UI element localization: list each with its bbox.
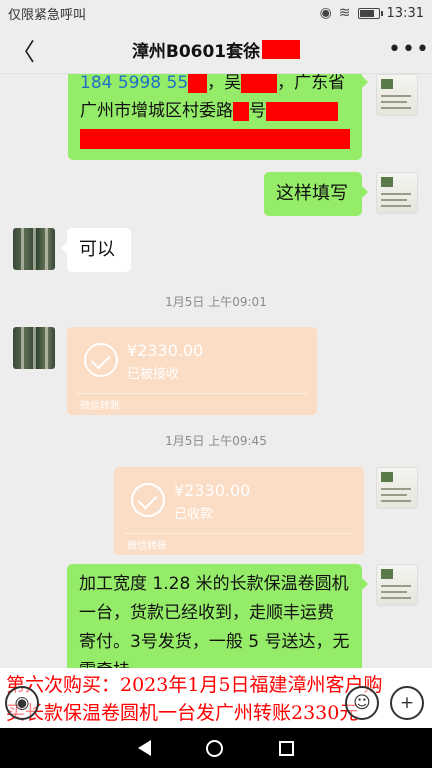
avatar-detail [21, 327, 24, 369]
check-icon [84, 343, 118, 377]
avatar[interactable] [376, 74, 418, 116]
avatar-line [381, 193, 411, 195]
avatar-line [381, 585, 411, 587]
status-bar: 仅限紧急呼叫 ◉ ≋ 13:31 [0, 0, 432, 26]
back-icon[interactable]: 〈 [0, 32, 46, 67]
avatar-logo [381, 569, 393, 579]
more-icon[interactable]: ••• [386, 37, 432, 62]
avatar-detail [45, 327, 48, 369]
avatar-line [381, 199, 407, 201]
avatar[interactable] [376, 172, 418, 214]
status-icons: ◉ ≋ 13:31 [320, 5, 424, 21]
message-bubble[interactable]: 184 5998 55 ，吴 ，广东省 广州市增城区村委路号 [68, 74, 368, 160]
chat-header: 〈 漳州B0601套徐 ••• [0, 26, 432, 74]
avatar-logo [381, 177, 393, 187]
system-nav-bar [0, 728, 432, 768]
emoji-icon[interactable]: ☺ [345, 686, 379, 720]
chat-area[interactable]: 184 5998 55 ，吴 ，广东省 广州市增城区村委路号 这样填写 可以 1月5… [0, 74, 432, 668]
message-text: 这样填写 [276, 183, 348, 204]
avatar-detail [33, 228, 36, 270]
nav-home-icon[interactable] [206, 739, 224, 757]
avatar-line [381, 500, 411, 502]
transfer-status: 已被接收 [127, 367, 180, 382]
redaction-block [188, 74, 208, 93]
message-text: ，吴 [207, 74, 242, 93]
avatar-logo [381, 472, 393, 482]
nav-recent-icon[interactable] [279, 740, 295, 756]
timestamp: 1月5日 上午09:01 [165, 295, 267, 309]
eye-icon: ◉ [319, 5, 332, 21]
battery-level [359, 9, 374, 17]
status-text: 仅限紧急呼叫 [8, 7, 87, 23]
phone-number[interactable]: 184 5998 55 [80, 74, 188, 93]
divider [124, 533, 354, 534]
avatar-detail [45, 228, 48, 270]
avatar-detail [21, 228, 24, 270]
message-bubble[interactable]: 这样填写 [264, 172, 368, 216]
message-bubble[interactable]: 可以 [61, 228, 131, 272]
transfer-status: 已收款 [174, 507, 214, 522]
message-text: 可以 [79, 239, 115, 260]
avatar-line [381, 101, 407, 103]
message-bubble[interactable]: 加工宽度 1.28 米的长款保温卷圆机一台，货款已经收到，走顺丰运费寄付。3号发… [67, 564, 368, 668]
transfer-card[interactable]: ¥2330.00 已收款 微信转账 [114, 467, 364, 555]
battery-icon [357, 7, 383, 19]
message-text: ，广东省 [277, 74, 346, 93]
redaction-block [80, 129, 350, 149]
status-time: 13:31 [386, 5, 424, 21]
avatar[interactable] [13, 228, 55, 270]
chat-title-text: 漳州B0601套徐 [131, 42, 261, 62]
message-text: 加工宽度 1.28 米的长款保温卷圆机一台，货款已经收到，走顺丰运费寄付。3号发… [79, 574, 350, 668]
avatar-line [381, 597, 411, 599]
message-text: 号 [249, 101, 266, 121]
transfer-card[interactable]: ¥2330.00 已被接收 微信转账 [67, 327, 317, 415]
chat-title: 漳州B0601套徐 [46, 37, 386, 62]
transfer-label: 微信转账 [127, 541, 167, 552]
redaction-block [262, 40, 301, 59]
plus-icon[interactable]: + [390, 686, 424, 720]
message-text: 广州市增城区村委路 [80, 101, 233, 121]
transfer-amount: ¥2330.00 [127, 341, 204, 360]
redaction-block [241, 74, 278, 93]
check-icon [131, 483, 165, 517]
divider [77, 393, 307, 394]
voice-icon[interactable]: ◉ [5, 686, 39, 720]
avatar-line [381, 95, 411, 97]
avatar-line [381, 591, 407, 593]
wifi-icon: ≋ [338, 5, 351, 21]
avatar-line [381, 205, 411, 207]
transfer-amount: ¥2330.00 [174, 481, 251, 500]
avatar[interactable] [376, 564, 418, 606]
avatar-logo [381, 79, 393, 89]
avatar-line [381, 107, 411, 109]
avatar-line [381, 494, 407, 496]
avatar-detail [33, 327, 36, 369]
nav-back-icon[interactable] [137, 740, 151, 756]
timestamp: 1月5日 上午09:45 [165, 434, 267, 448]
redaction-block [266, 101, 338, 121]
transfer-label: 微信转账 [80, 401, 120, 412]
avatar[interactable] [13, 327, 55, 369]
redaction-block [233, 101, 249, 121]
avatar[interactable] [376, 467, 418, 509]
avatar-line [381, 488, 411, 490]
